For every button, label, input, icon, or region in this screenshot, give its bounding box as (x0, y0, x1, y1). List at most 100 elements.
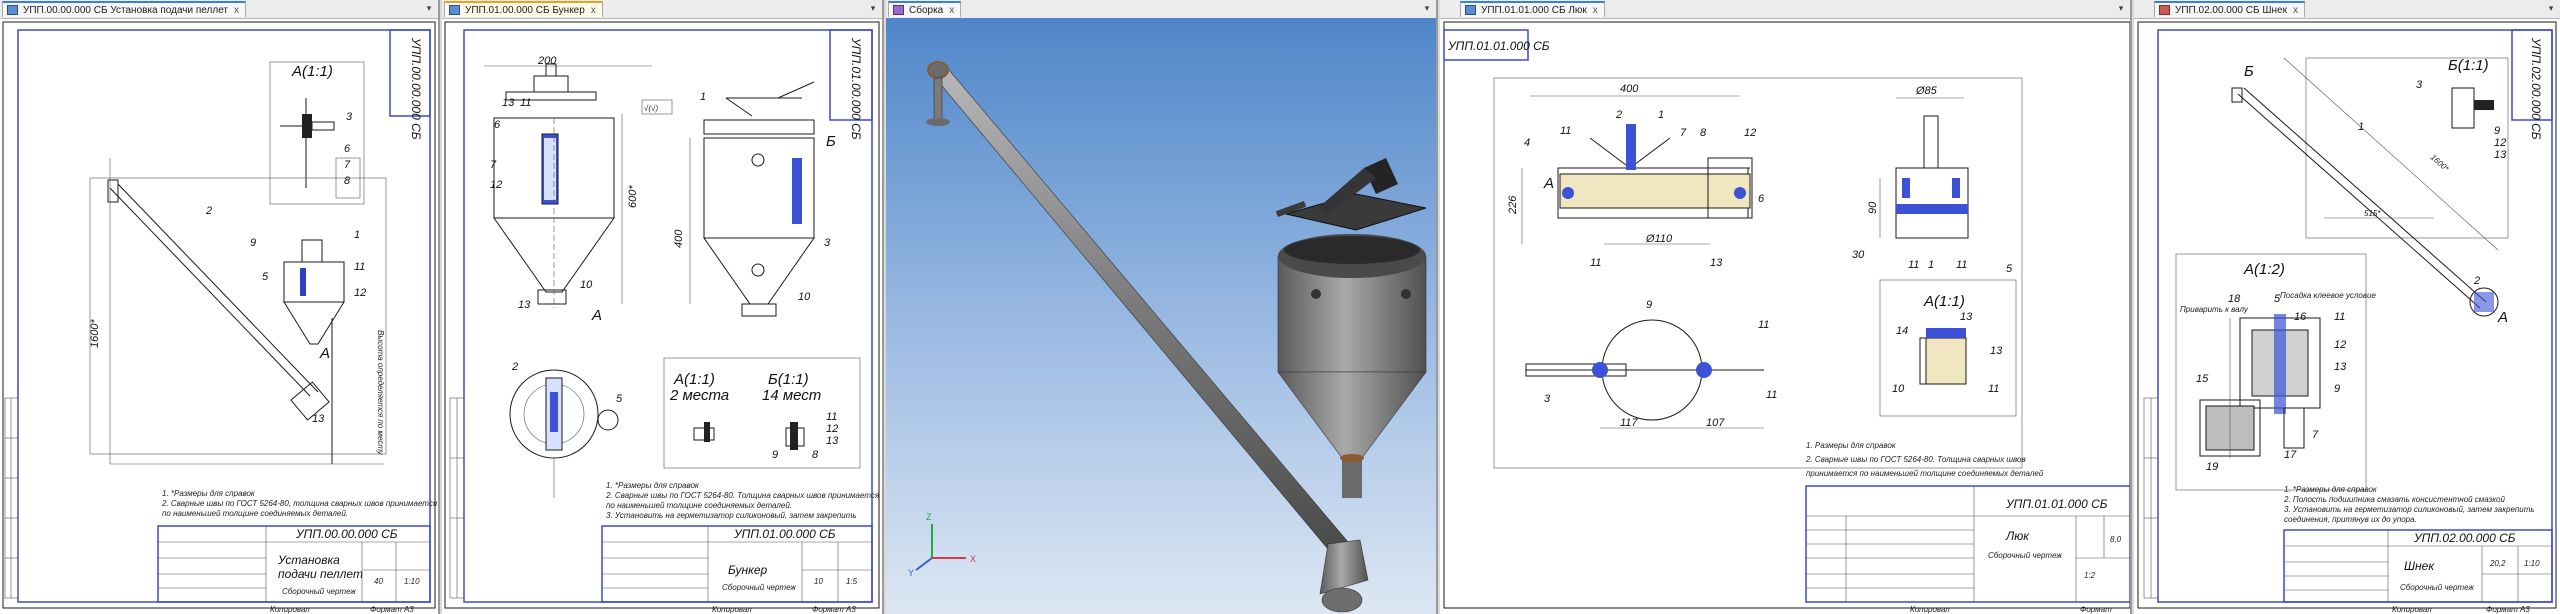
close-icon[interactable]: x (1593, 3, 1598, 19)
document-pane-4: УПП.01.01.000 СБ Люк x ▾ УПП.01.01.000 СБ… (1440, 0, 2132, 614)
close-icon[interactable]: x (949, 3, 954, 19)
position-label: 11 (1988, 383, 1999, 395)
hatch-top-view: 117 107 (1525, 319, 1764, 429)
position-label: 16 (2294, 311, 2307, 323)
drawing-sheet[interactable]: УПП.02.00.000 СБ 1600* 515* Б A Б(1:1) 1… (2134, 18, 2560, 614)
close-icon[interactable]: x (234, 3, 239, 19)
position-label: 13 (1710, 257, 1723, 269)
tab-scroll-icon[interactable]: ▾ (424, 3, 434, 13)
dim-phi85: Ø85 (1915, 85, 1938, 97)
note-line: 2. Полость подшипника смазать консистент… (2283, 495, 2506, 504)
position-label: 9 (772, 449, 778, 461)
roughness: √(√) (644, 104, 658, 113)
vertical-code: УПП.01.00.000 СБ (849, 37, 863, 140)
position-label: 3 (1544, 393, 1551, 405)
hatch-front-view: 400 226 Ø110 A (1507, 83, 1753, 245)
letter-a: A (591, 307, 602, 324)
drawing-sheet[interactable]: УПП.00.00.000 СБ A(1:1) 3 6 7 8 1600* Вы… (0, 18, 440, 614)
view-a-sub: 2 места (669, 387, 729, 404)
hopper-small (283, 239, 345, 345)
tab-scroll-icon[interactable]: ▾ (1422, 3, 1432, 13)
position-label: 10 (580, 279, 593, 291)
dim-117: 117 (1620, 417, 1638, 429)
view-a-label: A(1:1) (1923, 293, 1965, 310)
close-icon[interactable]: x (591, 3, 596, 19)
dim-90: 90 (1867, 201, 1879, 214)
mass: 8,0 (2110, 535, 2122, 544)
title-name: Шнек (2404, 559, 2435, 573)
position-label: 5 (2274, 293, 2281, 305)
document-pane-3d: Сборка x ▾ Z X Y (886, 0, 1438, 614)
position-label: 10 (798, 291, 811, 303)
3d-viewport[interactable]: Z X Y (886, 18, 1438, 614)
hatch-side-view: Ø85 90 30 (1852, 85, 1969, 261)
dim-top: 200 (537, 55, 557, 67)
tab-scroll-icon[interactable]: ▾ (868, 3, 878, 13)
position-label: 3 (2416, 79, 2423, 91)
footer-left: Копировал (712, 605, 752, 614)
position-label: 9 (250, 237, 256, 249)
position-label: 13 (2494, 149, 2507, 161)
title-name: Установка (277, 553, 340, 567)
drawing-type: Сборочный чертеж (722, 583, 796, 592)
position-label: 9 (2334, 383, 2340, 395)
position-label: 11 (520, 97, 531, 109)
document-pane-2: УПП.01.00.000 СБ Бункер x ▾ УПП.01.00.000… (442, 0, 884, 614)
tab-scroll-icon[interactable]: ▾ (2116, 3, 2126, 13)
bolt-detail (302, 114, 312, 138)
hopper-side-view: 400 Б (673, 81, 836, 317)
triad-x: X (970, 554, 976, 564)
screw-overall-view: 1600* 515* Б A Б(1:1) (2231, 57, 2509, 326)
position-label: 11 (1590, 257, 1601, 269)
drawing-sheet[interactable]: УПП.01.00.000 СБ 200 600* √(√) A 6 12 7 … (442, 18, 884, 614)
footer-right: Формат A3 (370, 605, 414, 614)
position-label: 12 (2494, 137, 2506, 149)
vertical-code: УПП.02.00.000 СБ (2529, 37, 2543, 140)
close-icon[interactable]: x (2293, 3, 2298, 19)
tab-bar: УПП.01.00.000 СБ Бункер x ▾ (442, 0, 882, 19)
letter-a: A (1543, 175, 1554, 192)
tab-assembly-drawing[interactable]: УПП.00.00.000 СБ Установка подачи пеллет… (2, 1, 247, 19)
title-code: УПП.01.01.000 СБ (2005, 497, 2108, 511)
dim-short: 515* (2364, 209, 2381, 218)
position-label: 12 (2334, 339, 2346, 351)
position-label: 10 (1892, 383, 1905, 395)
position-label: 12 (826, 423, 838, 435)
position-label: 11 (1908, 259, 1919, 271)
document-pane-5: УПП.02.00.000 СБ Шнек x ▾ УПП.02.00.000 С… (2134, 0, 2560, 614)
position-label: 9 (2494, 125, 2500, 137)
position-label: 12 (490, 179, 502, 191)
tab-assembly-3d[interactable]: Сборка x (888, 1, 962, 19)
position-label: 8 (1700, 127, 1707, 139)
position-label: 12 (1744, 127, 1756, 139)
drawing-icon (2159, 5, 2170, 15)
position-label: 15 (2196, 373, 2209, 385)
note-line: 1. *Размеры для справок (162, 489, 256, 498)
tab-hatch-drawing[interactable]: УПП.01.01.000 СБ Люк x (1460, 1, 1605, 17)
position-label: 14 (1896, 325, 1908, 337)
footer-right: Формат (2080, 605, 2112, 614)
tab-bar: УПП.00.00.000 СБ Установка подачи пеллет… (0, 0, 438, 19)
tab-screw-drawing[interactable]: УПП.02.00.000 СБ Шнек x (2154, 1, 2305, 17)
tab-hopper-drawing[interactable]: УПП.01.00.000 СБ Бункер x (444, 1, 603, 17)
note-line: 2. Сварные швы по ГОСТ 5264-80. Толщина … (605, 491, 880, 500)
dim-height: Высота определяется по месту (376, 330, 385, 456)
mass: 10 (814, 577, 823, 586)
title-name: Люк (2005, 529, 2030, 543)
note-line: принимается по наименьшей толщине соедин… (1806, 469, 2044, 478)
position-label: 6 (1758, 193, 1765, 205)
note-line: соединения, притянув их до упора. (2284, 515, 2417, 524)
drawing-type: Сборочный чертеж (282, 587, 356, 596)
letter-b: Б (826, 133, 836, 150)
scale: 1:10 (404, 577, 420, 586)
mass: 20,2 (2489, 559, 2506, 568)
dim-height: 600* (627, 185, 639, 208)
view-a-label: A(1:1) (673, 371, 715, 388)
tab-scroll-icon[interactable]: ▾ (2546, 3, 2556, 13)
letter-b: Б (2244, 63, 2254, 80)
hopper-top-view (509, 369, 619, 498)
tab-bar: УПП.02.00.000 СБ Шнек x ▾ (2134, 0, 2560, 19)
position-label: 7 (344, 159, 351, 171)
dim-long: 1600* (2429, 153, 2451, 174)
drawing-sheet[interactable]: УПП.01.01.000 СБ 400 226 Ø110 A 4 2 1 7 (1440, 18, 2132, 614)
